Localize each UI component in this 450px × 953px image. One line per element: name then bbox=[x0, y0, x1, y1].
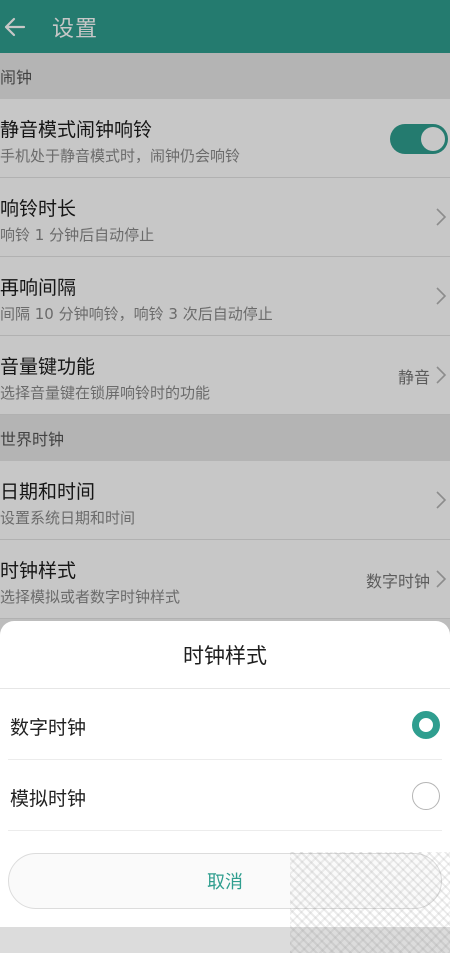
option-analog-clock[interactable]: 模拟时钟 bbox=[8, 760, 442, 831]
dialog-title: 时钟样式 bbox=[0, 621, 450, 689]
option-label: 模拟时钟 bbox=[10, 788, 87, 810]
settings-screen: 设置 闹钟 静音模式闹钟响铃 手机处于静音模式时，闹钟仍会响铃 响铃时长 响铃 … bbox=[0, 0, 450, 953]
watermark-pattern bbox=[290, 852, 450, 953]
radio-selected-icon[interactable] bbox=[412, 711, 440, 739]
option-label: 数字时钟 bbox=[10, 717, 87, 739]
option-digital-clock[interactable]: 数字时钟 bbox=[8, 689, 442, 760]
radio-unselected-icon[interactable] bbox=[412, 782, 440, 810]
